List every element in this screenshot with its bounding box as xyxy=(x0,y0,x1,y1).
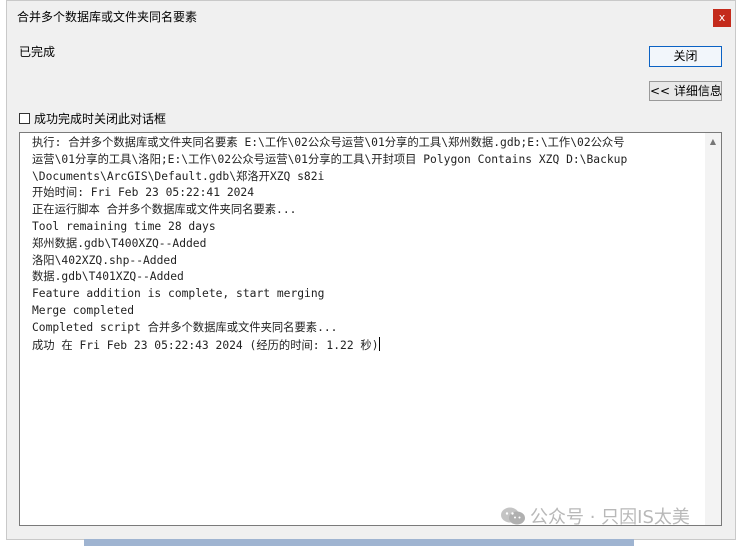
log-line: 运营\01分享的工具\洛阳;E:\工作\02公众号运营\01分享的工具\开封项目… xyxy=(32,152,628,166)
log-line: 郑州数据.gdb\T400XZQ--Added xyxy=(32,236,207,250)
details-button[interactable]: << 详细信息 xyxy=(649,81,722,101)
log-line: 数据.gdb\T401XZQ--Added xyxy=(32,270,184,284)
close-on-success-option[interactable]: 成功完成时关闭此对话框 xyxy=(19,110,166,127)
log-line: Tool remaining time 28 days xyxy=(32,219,216,233)
log-line: 洛阳\402XZQ.shp--Added xyxy=(32,253,178,267)
dialog-window: 合并多个数据库或文件夹同名要素 x 已完成 关闭 << 详细信息 成功完成时关闭… xyxy=(6,0,736,540)
text-cursor xyxy=(378,336,380,351)
wechat-icon xyxy=(500,506,526,526)
close-window-button[interactable]: x xyxy=(713,9,731,27)
message-log[interactable]: 执行: 合并多个数据库或文件夹同名要素 E:\工作\02公众号运营\01分享的工… xyxy=(19,132,722,526)
window-title: 合并多个数据库或文件夹同名要素 xyxy=(17,10,198,24)
log-line: Feature addition is complete, start merg… xyxy=(32,287,325,301)
log-line: \Documents\ArcGIS\Default.gdb\郑洛开XZQ s82… xyxy=(32,169,325,183)
log-scrollbar[interactable]: ▲ xyxy=(705,133,721,525)
log-line: 执行: 合并多个数据库或文件夹同名要素 E:\工作\02公众号运营\01分享的工… xyxy=(32,136,625,149)
title-bar[interactable]: 合并多个数据库或文件夹同名要素 x xyxy=(7,1,735,33)
log-line: Merge completed xyxy=(32,303,135,317)
log-line: 成功 在 Fri Feb 23 05:22:43 2024 (经历的时间: 1.… xyxy=(32,336,380,352)
log-line: 正在运行脚本 合并多个数据库或文件夹同名要素... xyxy=(32,203,297,217)
watermark: 公众号 · 只因IS太美 xyxy=(500,503,690,529)
background-window-edge xyxy=(84,539,634,546)
scroll-up-icon[interactable]: ▲ xyxy=(708,137,718,147)
log-line: 开始时间: Fri Feb 23 05:22:41 2024 xyxy=(32,186,255,200)
close-on-success-checkbox[interactable] xyxy=(19,113,30,124)
log-text: 执行: 合并多个数据库或文件夹同名要素 E:\工作\02公众号运营\01分享的工… xyxy=(32,135,701,354)
log-line: Completed script 合并多个数据库或文件夹同名要素... xyxy=(32,320,338,334)
close-on-success-label: 成功完成时关闭此对话框 xyxy=(34,112,167,126)
watermark-text: 公众号 · 只因IS太美 xyxy=(530,507,690,528)
close-button[interactable]: 关闭 xyxy=(649,46,722,67)
status-text: 已完成 xyxy=(19,45,56,59)
